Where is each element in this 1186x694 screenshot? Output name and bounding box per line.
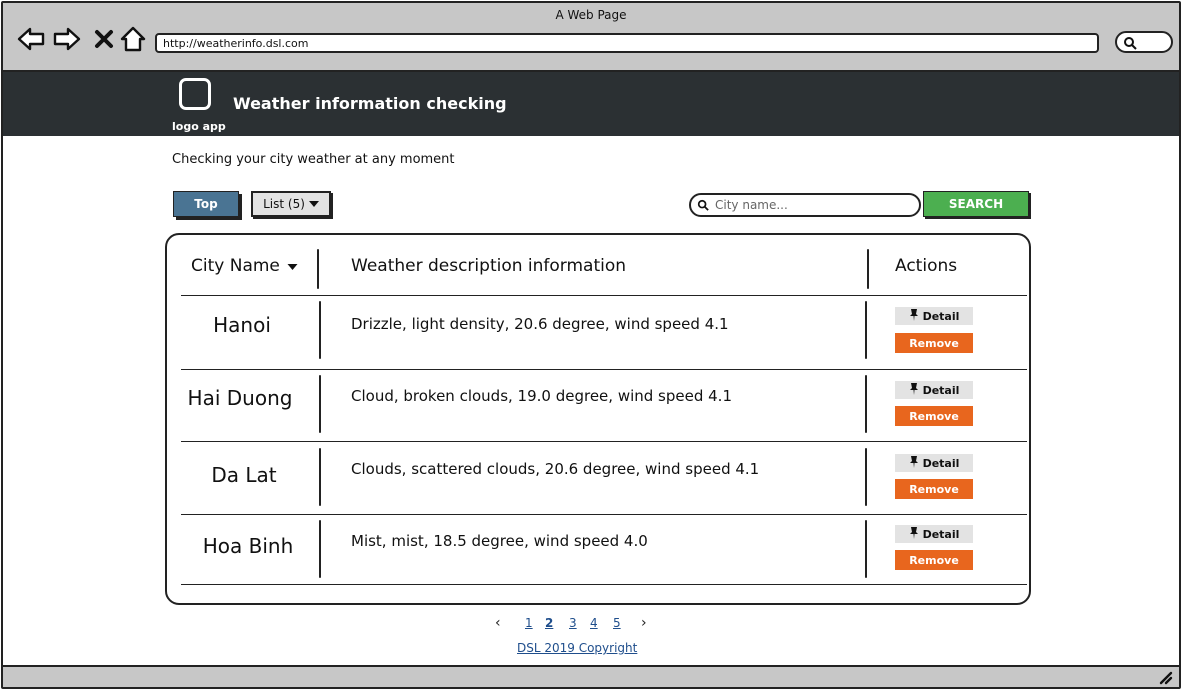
row-divider — [181, 441, 1027, 442]
row-divider — [181, 514, 1027, 515]
weather-description: Mist, mist, 18.5 degree, wind speed 4.0 — [351, 532, 648, 550]
window-title: A Web Page — [555, 8, 627, 22]
search-button-label: SEARCH — [948, 197, 1004, 211]
city-name: Da Lat — [211, 463, 277, 487]
page-link[interactable]: 4 — [590, 616, 598, 630]
city-search-input[interactable] — [713, 197, 907, 213]
app-header: logo app Weather information checking — [3, 72, 1179, 136]
city-name-header[interactable]: City Name — [191, 256, 298, 276]
column-divider — [319, 448, 321, 506]
actions-header: Actions — [895, 256, 958, 276]
search-icon — [1123, 35, 1137, 54]
copyright-link[interactable]: DSL 2019 Copyright — [517, 641, 637, 655]
row-divider — [181, 369, 1027, 370]
table-row: Hanoi Drizzle, light density, 20.6 degre… — [167, 301, 1029, 373]
pin-icon — [909, 526, 919, 542]
detail-label: Detail — [922, 527, 960, 541]
next-page-icon[interactable]: › — [641, 615, 647, 631]
list-dropdown-button[interactable]: List (5) — [251, 191, 331, 217]
pin-icon — [909, 308, 919, 324]
top-button-label: Top — [194, 197, 218, 211]
column-divider — [319, 375, 321, 433]
description-header: Weather description information — [351, 256, 627, 276]
pin-icon — [909, 382, 919, 398]
column-divider — [317, 249, 319, 289]
page-link[interactable]: 3 — [569, 616, 577, 630]
status-bar — [3, 665, 1179, 687]
remove-button[interactable]: Remove — [895, 550, 973, 570]
resize-grip-icon[interactable] — [1157, 669, 1173, 685]
table-row: Hai Duong Cloud, broken clouds, 19.0 deg… — [167, 373, 1029, 445]
pin-icon — [909, 455, 919, 471]
city-header-label: City Name — [191, 256, 280, 276]
column-divider — [319, 301, 321, 359]
url-bar[interactable]: http://weatherinfo.dsl.com — [155, 33, 1099, 53]
city-search-field[interactable] — [689, 193, 921, 217]
city-name: Hai Duong — [187, 386, 293, 410]
search-icon — [697, 196, 709, 215]
list-button-label: List (5) — [263, 197, 305, 211]
sort-caret-icon — [285, 256, 298, 276]
close-icon[interactable] — [90, 25, 118, 53]
detail-label: Detail — [922, 456, 960, 470]
table-row: Hoa Binh Mist, mist, 18.5 degree, wind s… — [167, 518, 1029, 590]
caret-down-icon — [308, 197, 319, 211]
logo-app-icon[interactable] — [179, 78, 211, 110]
weather-description: Cloud, broken clouds, 19.0 degree, wind … — [351, 387, 732, 405]
forward-icon[interactable] — [53, 25, 81, 53]
column-divider — [865, 448, 867, 506]
column-divider — [319, 520, 321, 578]
search-button[interactable]: SEARCH — [923, 191, 1029, 217]
detail-button[interactable]: Detail — [895, 454, 973, 472]
logo-label: logo app — [172, 120, 226, 133]
table-row: Da Lat Clouds, scattered clouds, 20.6 de… — [167, 446, 1029, 518]
prev-page-icon[interactable]: ‹ — [495, 615, 501, 631]
home-icon[interactable] — [119, 25, 147, 53]
browser-window: A Web Page http://weatherinfo.dsl.com lo… — [1, 1, 1181, 689]
remove-button[interactable]: Remove — [895, 333, 973, 353]
remove-button[interactable]: Remove — [895, 406, 973, 426]
detail-button[interactable]: Detail — [895, 307, 973, 325]
detail-label: Detail — [922, 309, 960, 323]
row-divider — [181, 295, 1027, 296]
weather-table: City Name Weather description informatio… — [165, 233, 1031, 605]
detail-button[interactable]: Detail — [895, 525, 973, 543]
row-divider — [181, 584, 1027, 585]
page-link-current[interactable]: 2 — [545, 616, 553, 630]
page-link[interactable]: 1 — [525, 616, 533, 630]
detail-button[interactable]: Detail — [895, 381, 973, 399]
city-name: Hanoi — [213, 313, 271, 337]
page-link[interactable]: 5 — [613, 616, 621, 630]
tagline: Checking your city weather at any moment — [172, 152, 455, 167]
weather-description: Drizzle, light density, 20.6 degree, win… — [351, 315, 729, 333]
weather-description: Clouds, scattered clouds, 20.6 degree, w… — [351, 460, 760, 478]
column-divider — [865, 301, 867, 359]
detail-label: Detail — [922, 383, 960, 397]
back-icon[interactable] — [17, 25, 45, 53]
remove-button[interactable]: Remove — [895, 479, 973, 499]
remove-label: Remove — [909, 553, 959, 567]
column-divider — [867, 249, 869, 289]
column-divider — [865, 520, 867, 578]
page-title: Weather information checking — [233, 94, 507, 113]
remove-label: Remove — [909, 336, 959, 350]
city-name: Hoa Binh — [202, 534, 294, 558]
remove-label: Remove — [909, 409, 959, 423]
browser-chrome: A Web Page http://weatherinfo.dsl.com — [3, 3, 1179, 72]
top-button[interactable]: Top — [173, 191, 239, 217]
remove-label: Remove — [909, 482, 959, 496]
column-divider — [865, 375, 867, 433]
browser-search-field[interactable] — [1115, 31, 1173, 53]
